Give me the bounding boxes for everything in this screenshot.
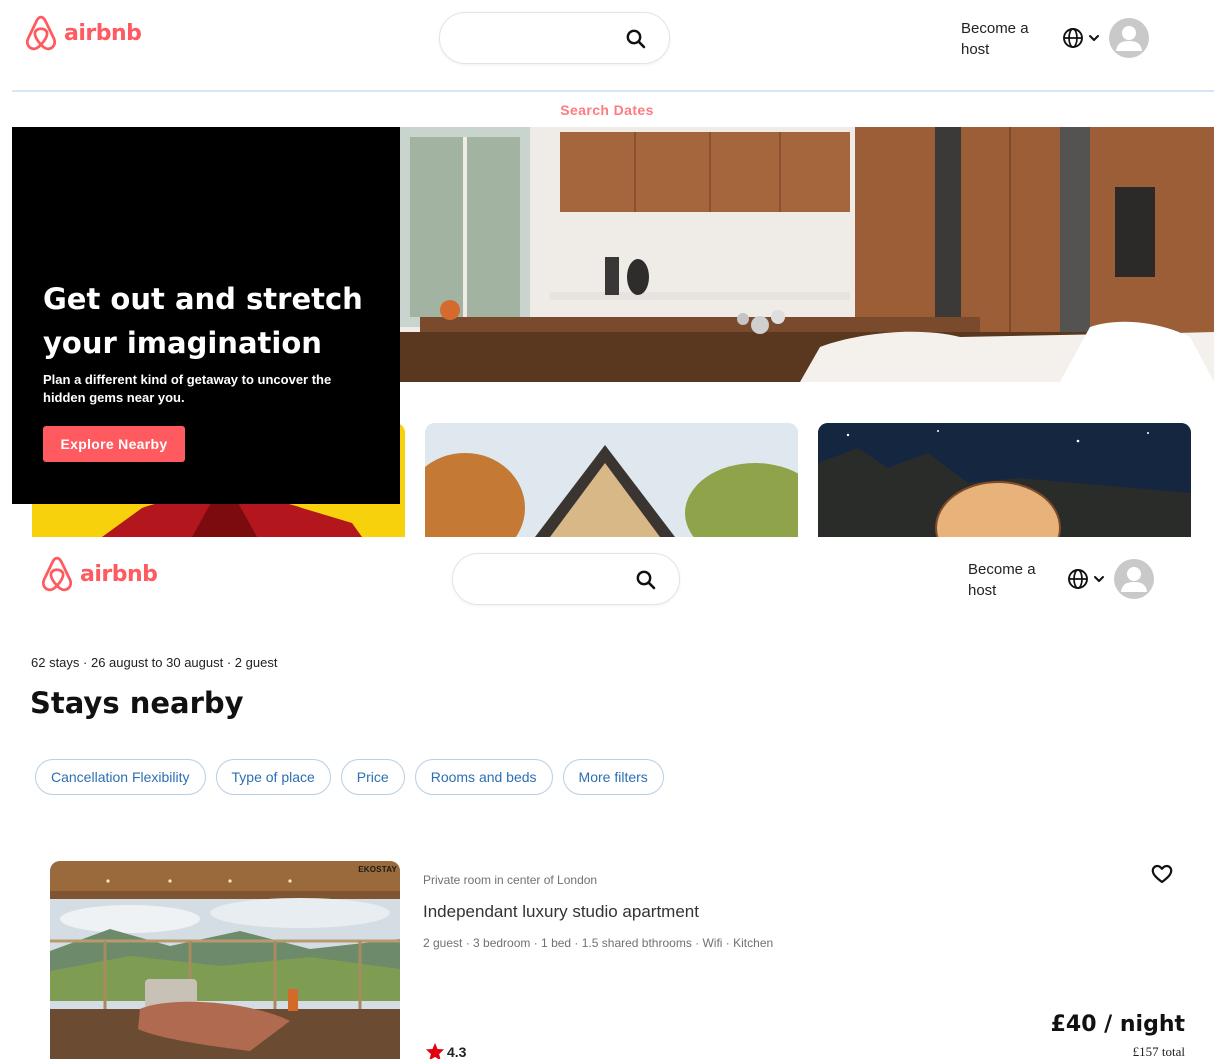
page-title: Stays nearby [30, 686, 244, 720]
listings-header: airbnb Become a host [0, 538, 1214, 618]
become-host-link[interactable]: Become a host [968, 559, 1048, 601]
hero-promo-panel: Get out and stretch your imagination Pla… [12, 127, 400, 504]
search-bar[interactable] [452, 553, 680, 605]
user-avatar-icon [1121, 567, 1147, 592]
hero-kitchen-photo [400, 127, 1214, 382]
listing-amenities: 2 guest · 3 bedroom · 1 bed · 1.5 shared… [423, 936, 774, 950]
brand-name: airbnb [64, 20, 142, 46]
header-divider [12, 90, 1214, 92]
explore-nearby-button[interactable]: Explore Nearby [43, 426, 185, 462]
listing-photo[interactable]: EKOSTAY [50, 861, 400, 1059]
heart-icon[interactable] [1150, 862, 1174, 886]
top-header: airbnb Become a host [0, 0, 1214, 80]
hero-section: Get out and stretch your imagination Pla… [12, 127, 1214, 537]
search-bar[interactable] [439, 12, 670, 64]
filter-type-of-place[interactable]: Type of place [215, 759, 331, 795]
listing-title[interactable]: Independant luxury studio apartment [423, 902, 699, 922]
star-icon [425, 1042, 445, 1059]
hero-title: Get out and stretch your imagination [43, 282, 363, 360]
airbnb-logo[interactable]: airbnb [24, 14, 142, 52]
hero-subtitle: Plan a different kind of getaway to unco… [43, 372, 332, 405]
globe-icon [1063, 28, 1083, 48]
rating-value: 4.3 [447, 1043, 467, 1059]
language-selector[interactable] [1062, 27, 1100, 49]
brand-name: airbnb [80, 561, 158, 587]
results-meta: 62 stays · 26 august to 30 august · 2 gu… [31, 655, 278, 670]
listing-price: £40 / night [1050, 1012, 1185, 1037]
filter-more-filters[interactable]: More filters [562, 759, 664, 795]
user-avatar-icon [1116, 26, 1142, 51]
search-icon[interactable] [635, 569, 657, 591]
listing-type: Private room in center of London [423, 873, 598, 887]
user-avatar[interactable] [1114, 559, 1154, 599]
user-avatar[interactable] [1109, 18, 1149, 58]
filter-rooms-and-beds[interactable]: Rooms and beds [414, 759, 553, 795]
experience-card-2[interactable] [425, 423, 798, 537]
language-selector[interactable] [1067, 568, 1105, 590]
photo-watermark: EKOSTAY [358, 865, 397, 874]
filter-cancellation-flexibility[interactable]: Cancellation Flexibility [35, 759, 206, 795]
become-host-link[interactable]: Become a host [961, 18, 1041, 60]
airbnb-logo[interactable]: airbnb [40, 555, 158, 593]
filter-bar: Cancellation Flexibility Type of place P… [35, 759, 664, 795]
chevron-down-icon [1089, 35, 1099, 41]
filter-price[interactable]: Price [340, 759, 405, 795]
airbnb-logo-icon [25, 15, 57, 51]
airbnb-logo-icon [41, 556, 73, 592]
experience-card-3[interactable] [818, 423, 1191, 537]
chevron-down-icon [1094, 576, 1104, 582]
listing-rating: 4.3 [425, 1042, 466, 1059]
search-icon[interactable] [625, 28, 647, 50]
listing-total-price: £157 total [1132, 1044, 1185, 1059]
globe-icon [1068, 569, 1088, 589]
search-dates-link[interactable]: Search Dates [0, 102, 1214, 118]
